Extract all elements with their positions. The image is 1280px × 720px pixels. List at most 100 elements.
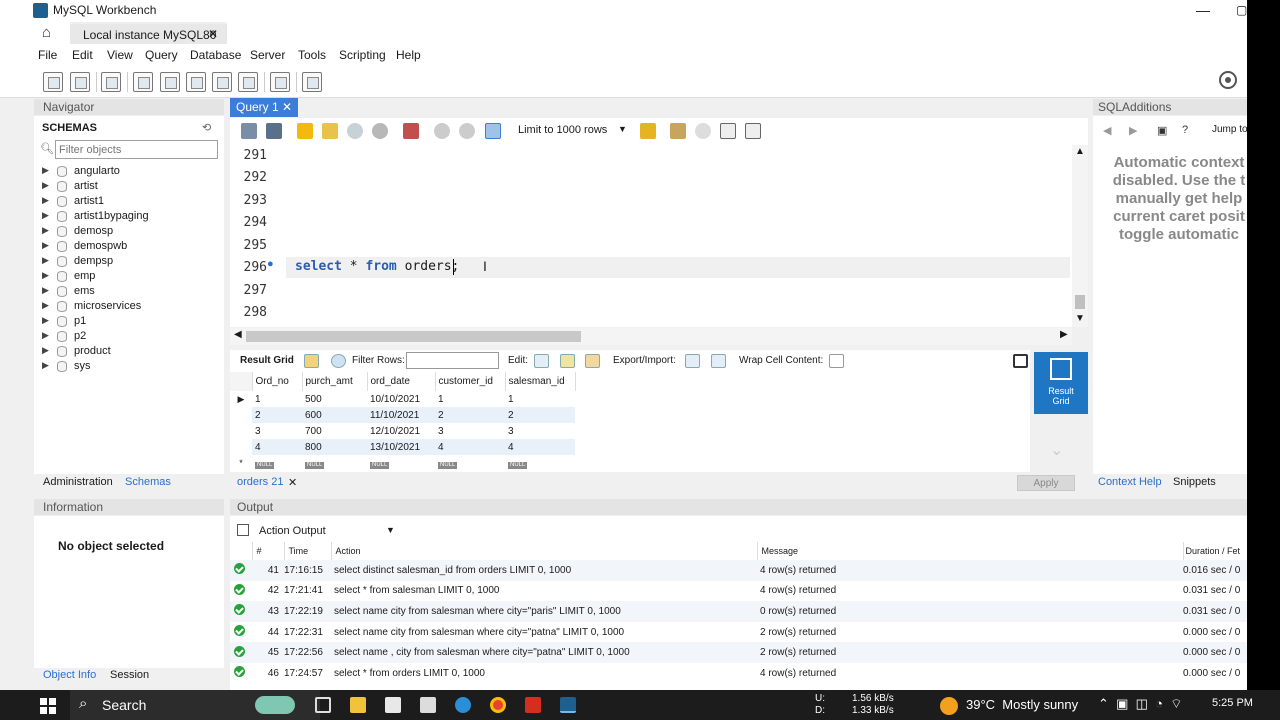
file-explorer-icon[interactable] — [350, 697, 366, 713]
scroll-thumb[interactable] — [1075, 295, 1085, 309]
explain-icon[interactable] — [347, 123, 363, 139]
table-cell[interactable]: 700 — [302, 423, 367, 439]
menu-view[interactable]: View — [107, 48, 133, 62]
schema-item[interactable]: ▶ demospwb — [40, 239, 220, 254]
expand-arrow-icon[interactable]: ▶ — [42, 315, 49, 326]
table-cell[interactable]: 12/10/2021 — [367, 423, 435, 439]
settings-gear-icon[interactable] — [1219, 71, 1237, 89]
output-row[interactable]: 46 17:24:57 select * from orders LIMIT 0… — [230, 663, 1247, 684]
create-view-icon[interactable] — [186, 72, 206, 92]
schema-item[interactable]: ▶ product — [40, 344, 220, 359]
home-icon[interactable]: ⌂ — [42, 24, 51, 41]
table-row[interactable]: ▶ 1 500 10/10/2021 1 1 — [230, 391, 575, 407]
chevron-right-icon[interactable]: ▶ — [1060, 329, 1068, 340]
menu-tools[interactable]: Tools — [298, 48, 326, 62]
filter-objects-input[interactable] — [55, 140, 218, 159]
schema-item[interactable]: ▶ emp — [40, 269, 220, 284]
schema-item[interactable]: ▶ artist1bypaging — [40, 209, 220, 224]
output-row[interactable]: 41 17:16:15 select distinct salesman_id … — [230, 560, 1247, 581]
execute-current-icon[interactable] — [322, 123, 338, 139]
menu-scripting[interactable]: Scripting — [339, 48, 386, 62]
wrap-cell-icon[interactable] — [829, 354, 844, 368]
copy-icon[interactable] — [237, 524, 249, 536]
result-grid-label[interactable]: Result Grid — [240, 355, 294, 366]
taskbar-clock[interactable]: 5:25 PM — [1212, 697, 1253, 709]
mail-icon[interactable] — [420, 697, 436, 713]
autocommit-icon[interactable] — [485, 123, 501, 139]
auto-help-icon[interactable]: ? — [1182, 124, 1188, 136]
schema-item[interactable]: ▶ p1 — [40, 314, 220, 329]
office-icon[interactable] — [525, 697, 541, 713]
search-table-data-icon[interactable] — [270, 72, 290, 92]
schema-item[interactable]: ▶ p2 — [40, 329, 220, 344]
export-icon[interactable] — [685, 354, 700, 368]
table-cell[interactable]: 1 — [252, 391, 302, 407]
menu-server[interactable]: Server — [250, 48, 285, 62]
table-cell[interactable]: 11/10/2021 — [367, 407, 435, 423]
toggle-panel-icon[interactable] — [1013, 354, 1028, 368]
invisible-chars-icon[interactable] — [720, 123, 736, 139]
tab-snippets[interactable]: Snippets — [1173, 476, 1216, 488]
expand-arrow-icon[interactable]: ▶ — [42, 300, 49, 311]
manual-help-icon[interactable]: ▣ — [1157, 124, 1167, 137]
refresh-schemas-icon[interactable]: ⟲ — [202, 121, 211, 134]
expand-arrow-icon[interactable]: ▶ — [42, 330, 49, 341]
column-header[interactable]: Time — [284, 542, 332, 560]
new-sql-tab-icon[interactable] — [43, 72, 63, 92]
edge-icon[interactable] — [455, 697, 471, 713]
chrome-icon[interactable] — [490, 697, 506, 713]
store-icon[interactable] — [385, 697, 401, 713]
jump-to-select[interactable]: Jump to — [1212, 124, 1247, 135]
apply-button[interactable]: Apply — [1017, 475, 1075, 491]
stop-icon[interactable] — [372, 123, 388, 139]
result-grid-side-button[interactable]: Result Grid — [1034, 352, 1088, 414]
create-procedure-icon[interactable] — [212, 72, 232, 92]
column-header[interactable]: customer_id — [435, 372, 506, 391]
sql-statement[interactable]: select * from orders; — [295, 259, 459, 274]
column-header[interactable]: ord_date — [367, 372, 436, 391]
chevron-down-icon[interactable]: ▼ — [618, 124, 627, 134]
open-sql-script-icon[interactable] — [70, 72, 90, 92]
tab-object-info[interactable]: Object Info — [43, 669, 96, 681]
rollback-icon[interactable] — [459, 123, 475, 139]
editor-vertical-scrollbar[interactable]: ▲ ▼ — [1072, 145, 1088, 327]
expand-arrow-icon[interactable]: ▶ — [42, 285, 49, 296]
insert-row-icon[interactable] — [560, 354, 575, 368]
menu-edit[interactable]: Edit — [72, 48, 93, 62]
chevron-down-icon[interactable]: ▼ — [1075, 313, 1085, 324]
schema-item[interactable]: ▶ angularto — [40, 164, 220, 179]
editor-horizontal-scrollbar[interactable]: ◀ ▶ — [230, 328, 1072, 345]
tab-session[interactable]: Session — [110, 669, 149, 681]
refresh-icon[interactable] — [331, 354, 346, 368]
table-cell[interactable]: 13/10/2021 — [367, 439, 435, 455]
schema-item[interactable]: ▶ artist — [40, 179, 220, 194]
close-result-tab-icon[interactable]: ✕ — [288, 476, 297, 489]
maximize-icon[interactable]: ▢ — [1236, 3, 1247, 17]
column-header[interactable]: Action — [331, 542, 758, 560]
beautify-icon[interactable] — [670, 123, 686, 139]
table-row[interactable]: 3 700 12/10/2021 3 3 — [230, 423, 575, 439]
close-query-tab-icon[interactable]: ✕ — [282, 100, 292, 114]
close-tab-icon[interactable]: ✕ — [208, 27, 218, 41]
result-grid[interactable]: Ord_no purch_amt ord_date customer_id sa… — [230, 372, 1030, 472]
expand-arrow-icon[interactable]: ▶ — [42, 240, 49, 251]
inspector-icon[interactable] — [101, 72, 121, 92]
table-cell[interactable]: 4 — [505, 439, 575, 455]
chevron-up-icon[interactable]: ▲ — [1075, 146, 1085, 157]
column-header[interactable]: # — [252, 542, 285, 560]
limit-rows-select[interactable]: Limit to 1000 rows — [518, 124, 607, 136]
tab-administration[interactable]: Administration — [43, 476, 113, 488]
tab-context-help[interactable]: Context Help — [1098, 476, 1162, 488]
menu-query[interactable]: Query — [145, 48, 178, 62]
schema-item[interactable]: ▶ microservices — [40, 299, 220, 314]
schema-item[interactable]: ▶ artist1 — [40, 194, 220, 209]
column-header[interactable]: purch_amt — [302, 372, 368, 391]
column-header[interactable]: Duration / Fet — [1183, 542, 1247, 560]
create-function-icon[interactable] — [238, 72, 258, 92]
taskbar-search[interactable]: ⌕ Search — [70, 690, 320, 720]
filter-rows-input[interactable] — [406, 352, 499, 369]
expand-arrow-icon[interactable]: ▶ — [42, 345, 49, 356]
grid-view-icon[interactable] — [304, 354, 319, 368]
table-cell[interactable]: 1 — [505, 391, 575, 407]
expand-arrow-icon[interactable]: ▶ — [42, 165, 49, 176]
